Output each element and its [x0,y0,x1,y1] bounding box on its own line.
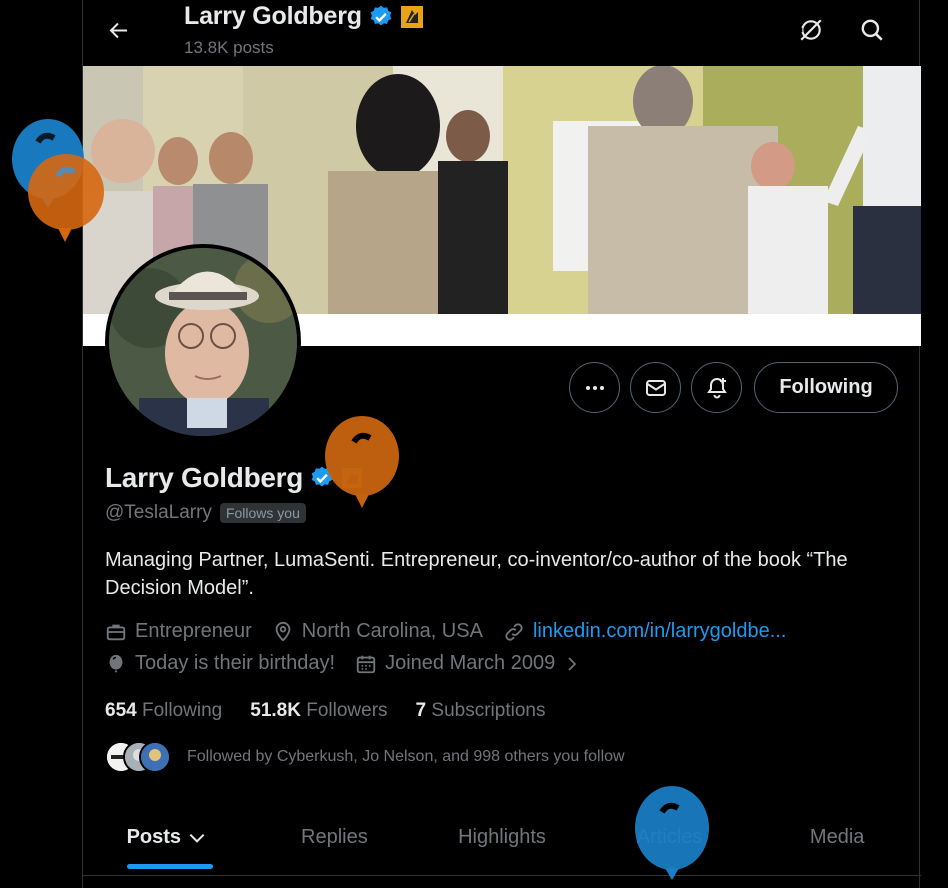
profile-column: Larry Goldberg 13.8K posts Following Lar… [82,0,921,888]
birthday-item: Today is their birthday! [105,652,335,675]
profession-text: Entrepreneur [135,620,252,642]
briefcase-icon [106,624,126,640]
followed-by-row[interactable]: Followed by Cyberkush, Jo Nelson, and 99… [105,741,625,773]
subscriptions-count: 7 [415,700,427,721]
followed-by-text: Followed by Cyberkush, Jo Nelson, and 99… [187,748,625,765]
chevron-down-icon [189,833,205,843]
profile-tabs: Posts Replies Highlights Articles Media [83,800,921,876]
avatar [139,741,171,773]
tab-replies[interactable]: Replies [251,800,419,875]
tab-label: Media [809,826,865,848]
calendar-icon [356,655,376,673]
tab-articles[interactable]: Articles [586,800,754,875]
grok-button[interactable] [793,12,829,48]
more-options-button[interactable] [569,362,620,413]
follower-avatars [105,741,171,773]
joined-item[interactable]: Joined March 2009 [355,652,581,675]
subscriptions-label: Subscriptions [431,700,546,721]
active-tab-indicator [127,864,213,869]
website-item: linkedin.com/in/larrygoldbe... [503,620,786,643]
profession-item: Entrepreneur [105,620,252,643]
tab-posts[interactable]: Posts [83,800,251,875]
notifications-button[interactable] [691,362,742,413]
tab-label: Replies [301,826,368,848]
following-label: Following [141,700,223,721]
profile-name-row: Larry Goldberg [105,462,363,494]
following-button[interactable]: Following [754,362,898,413]
profile-meta-row-2: Today is their birthday! Joined March 20… [105,652,601,675]
balloon-decoration [12,119,84,208]
notification-bell-icon [706,377,727,398]
subscriptions-stat[interactable]: 7 Subscriptions [416,700,546,722]
header-name: Larry Goldberg [184,2,362,30]
profile-stats: 654 Following 51.8K Followers 7 Subscrip… [105,700,545,722]
link-icon [505,622,523,641]
tab-highlights[interactable]: Highlights [418,800,586,875]
profile-handle: @TeslaLarry [105,502,212,523]
location-text: North Carolina, USA [301,620,483,642]
profile-name: Larry Goldberg [105,462,304,493]
birthday-text: Today is their birthday! [135,652,336,674]
search-icon [861,19,883,41]
more-icon [585,385,604,390]
followers-label: Followers [306,700,388,721]
joined-text: Joined March 2009 [385,652,556,674]
follows-you-badge: Follows you [219,503,306,523]
back-button[interactable] [101,12,137,48]
profile-avatar[interactable] [105,244,301,440]
location-pin-icon [275,621,291,642]
followers-count: 51.8K [250,700,301,721]
tab-label: Posts [126,826,182,848]
header-post-count: 13.8K posts [184,38,274,57]
profile-bio: Managing Partner, LumaSenti. Entrepreneu… [105,549,848,599]
profile-handle-row: @TeslaLarry Follows you [105,502,306,524]
search-button[interactable] [854,12,890,48]
top-header: Larry Goldberg 13.8K posts [83,0,919,66]
balloon-icon [109,654,123,672]
message-button[interactable] [630,362,681,413]
chevron-right-icon [568,656,577,671]
affiliate-badge-icon[interactable] [341,467,363,489]
grok-icon [799,19,822,41]
location-item: North Carolina, USA [272,620,483,643]
back-arrow-icon [109,22,127,39]
following-count: 654 [105,700,137,721]
tab-media[interactable]: Media [753,800,921,875]
message-icon [645,379,666,396]
verified-badge-icon [370,5,392,26]
following-stat[interactable]: 654 Following [105,700,222,722]
followers-stat[interactable]: 51.8K Followers [250,700,387,722]
header-title-row: Larry Goldberg [184,2,424,31]
verified-badge-icon[interactable] [309,465,335,491]
profile-meta-row-1: Entrepreneur North Carolina, USA linkedi… [105,620,806,643]
website-link[interactable]: linkedin.com/in/larrygoldbe... [533,620,786,643]
affiliate-badge-icon [400,5,423,28]
tab-label: Articles [636,826,703,848]
tab-label: Highlights [458,826,546,848]
